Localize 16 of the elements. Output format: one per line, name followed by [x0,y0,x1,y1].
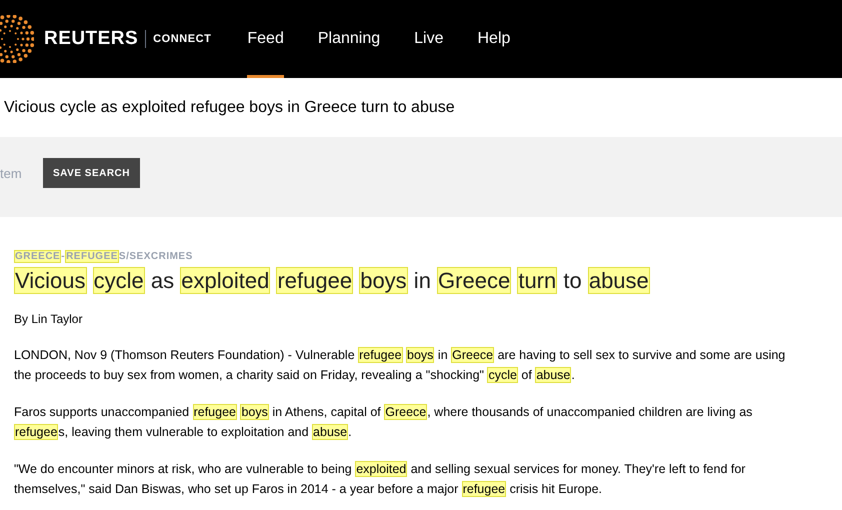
nav-tab[interactable]: Live [414,0,444,78]
search-field[interactable]: tem [0,158,30,188]
nav-tab[interactable]: Help [477,0,510,78]
topic-slug: GREECE-REFUGEES/SEXCRIMES [14,250,194,264]
article-paragraph: Faros supports unaccompanied refugee boys in Athens, capital of Greece, where thousands of unaccompanied children are living as refugees, leaving them vulnerable to exploitation and abuse. [14,403,754,442]
product-name: CONNECT [153,32,212,47]
article-paragraph: LONDON, Nov 9 (Thomson Reuters Foundation) - Vulnerable refugee boys in Greece are having to sell sex to survive and some are using the proceeds to buy sex from women, a charity said on Friday, revealing a "shocking" cycle of abuse. [14,346,786,385]
byline: By Lin Taylor [14,311,84,328]
headline: Vicious cycle as exploited refugee boys in Greece turn to abuse [14,266,651,296]
page-title: Vicious cycle as exploited refugee boys in Greece turn to abuse [4,98,455,118]
save-search-button[interactable]: SAVE SEARCH [43,158,140,188]
article-paragraph: "We do encounter minors at risk, who are vulnerable to being exploited and selling sexual services for money. They're left to fend for themselves," said Dan Biswas, who set up Faros in 2014 - a year before a major refugee crisis hit Europe. [14,460,746,499]
brand-name: REUTERS [44,26,138,51]
nav-tab[interactable]: Planning [318,0,380,78]
logo-icon [0,15,34,63]
nav-tab[interactable]: Feed [247,0,284,78]
